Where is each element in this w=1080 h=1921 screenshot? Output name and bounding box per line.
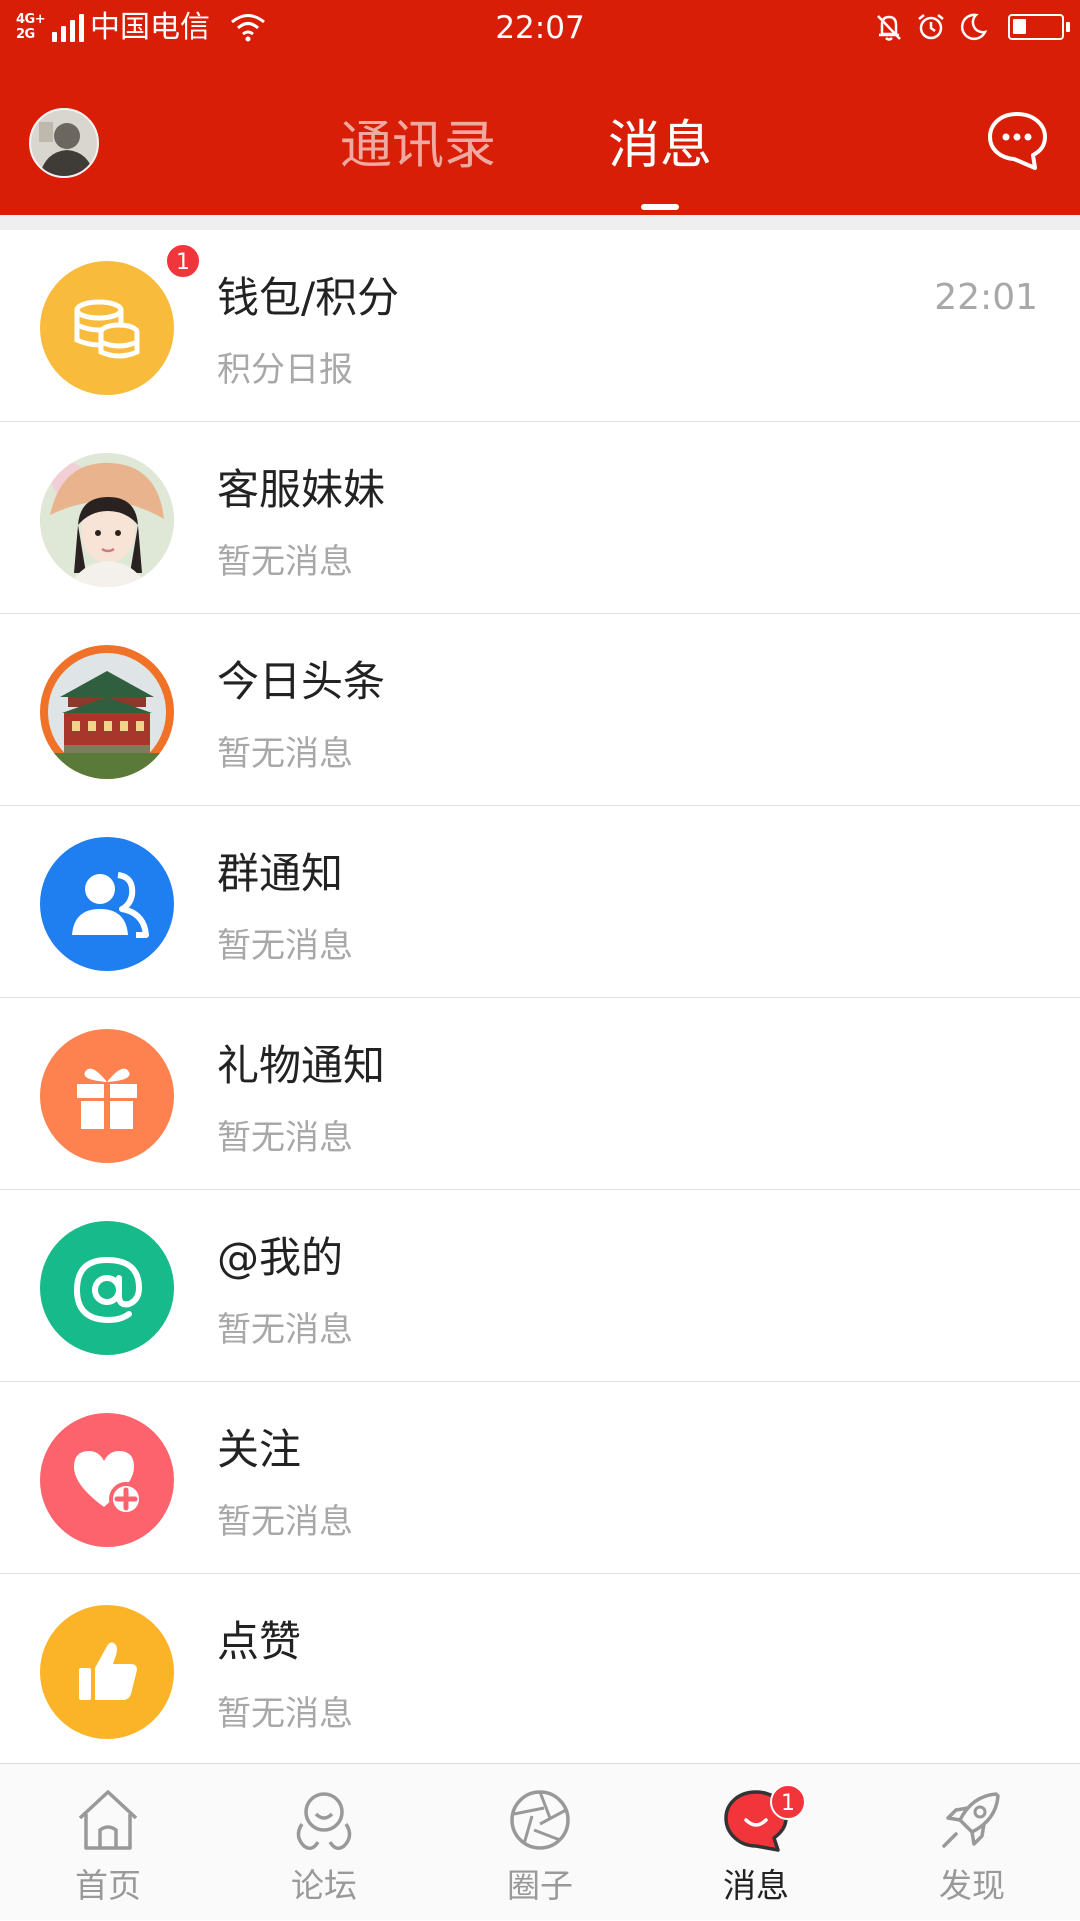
rocket-icon [942, 1792, 1000, 1848]
bottom-nav: 首页 论坛 圈子 1 消息 发现 [0, 1763, 1080, 1920]
thumbs-up-icon [40, 1605, 174, 1739]
list-item-mentions[interactable]: @我的 暂无消息 [0, 1190, 1080, 1382]
aperture-icon [510, 1790, 570, 1850]
alarm-icon [918, 14, 944, 40]
app-header: 4G+ 2G 中国电信 22:07 通讯录 消息 [0, 0, 1080, 215]
heart-plus-icon [40, 1413, 174, 1547]
nav-label: 消息 [723, 1866, 789, 1905]
message-list: 1 钱包/积分 积分日报 22:01 客服妹妹 暂无消息 今日头条 暂无消息 群… [0, 230, 1080, 1766]
item-subtitle: 暂无消息 [217, 734, 353, 774]
nav-label: 圈子 [507, 1866, 573, 1905]
active-tab-indicator [641, 204, 679, 210]
mute-bell-icon [877, 15, 901, 41]
item-subtitle: 暂无消息 [217, 1694, 353, 1734]
item-subtitle: 暂无消息 [217, 1118, 353, 1158]
item-title: 今日头条 [217, 657, 386, 706]
item-subtitle: 暂无消息 [217, 1502, 353, 1542]
gift-icon [40, 1029, 174, 1163]
item-title: 关注 [217, 1425, 302, 1474]
item-subtitle: 积分日报 [217, 350, 353, 390]
battery-level [1013, 19, 1026, 34]
item-title: 点赞 [217, 1617, 302, 1666]
nav-messages[interactable]: 1 消息 [648, 1764, 864, 1921]
item-title: 群通知 [217, 849, 344, 898]
item-title: @我的 [217, 1233, 344, 1282]
list-item-wallet[interactable]: 1 钱包/积分 积分日报 22:01 [0, 230, 1080, 422]
building-avatar [40, 645, 174, 779]
divider-strip [0, 215, 1080, 230]
list-item-likes[interactable]: 点赞 暂无消息 [0, 1574, 1080, 1766]
list-item-group-notice[interactable]: 群通知 暂无消息 [0, 806, 1080, 998]
at-icon [40, 1221, 174, 1355]
item-title: 客服妹妹 [217, 465, 386, 514]
list-item-gift-notice[interactable]: 礼物通知 暂无消息 [0, 998, 1080, 1190]
list-item-headlines[interactable]: 今日头条 暂无消息 [0, 614, 1080, 806]
tab-messages[interactable]: 消息 [608, 110, 712, 182]
forum-icon [296, 1792, 352, 1850]
nav-forum[interactable]: 论坛 [216, 1764, 432, 1921]
tab-contacts[interactable]: 通讯录 [340, 110, 496, 182]
item-subtitle: 暂无消息 [217, 1310, 353, 1350]
item-title: 礼物通知 [217, 1041, 386, 1090]
chat-bubble-icon[interactable] [985, 108, 1049, 172]
coins-icon [40, 261, 174, 395]
header-tabs: 通讯录 消息 [0, 110, 1080, 210]
group-icon [40, 837, 174, 971]
battery-icon [1008, 14, 1070, 40]
nav-home[interactable]: 首页 [0, 1764, 216, 1921]
nav-label: 发现 [939, 1866, 1005, 1905]
item-subtitle: 暂无消息 [217, 926, 353, 966]
status-icons [874, 12, 1070, 42]
nav-discover[interactable]: 发现 [864, 1764, 1080, 1921]
service-avatar [40, 453, 174, 587]
nav-label: 论坛 [291, 1866, 357, 1905]
nav-label: 首页 [75, 1866, 141, 1905]
list-item-follow[interactable]: 关注 暂无消息 [0, 1382, 1080, 1574]
item-title: 钱包/积分 [217, 273, 400, 322]
item-time: 22:01 [934, 277, 1038, 318]
moon-icon [960, 13, 988, 41]
status-bar: 4G+ 2G 中国电信 22:07 [0, 0, 1080, 58]
nav-circle[interactable]: 圈子 [432, 1764, 648, 1921]
item-subtitle: 暂无消息 [217, 542, 353, 582]
home-icon [78, 1790, 138, 1850]
unread-badge: 1 [770, 1784, 806, 1820]
unread-badge: 1 [165, 243, 201, 279]
list-item-customer-service[interactable]: 客服妹妹 暂无消息 [0, 422, 1080, 614]
